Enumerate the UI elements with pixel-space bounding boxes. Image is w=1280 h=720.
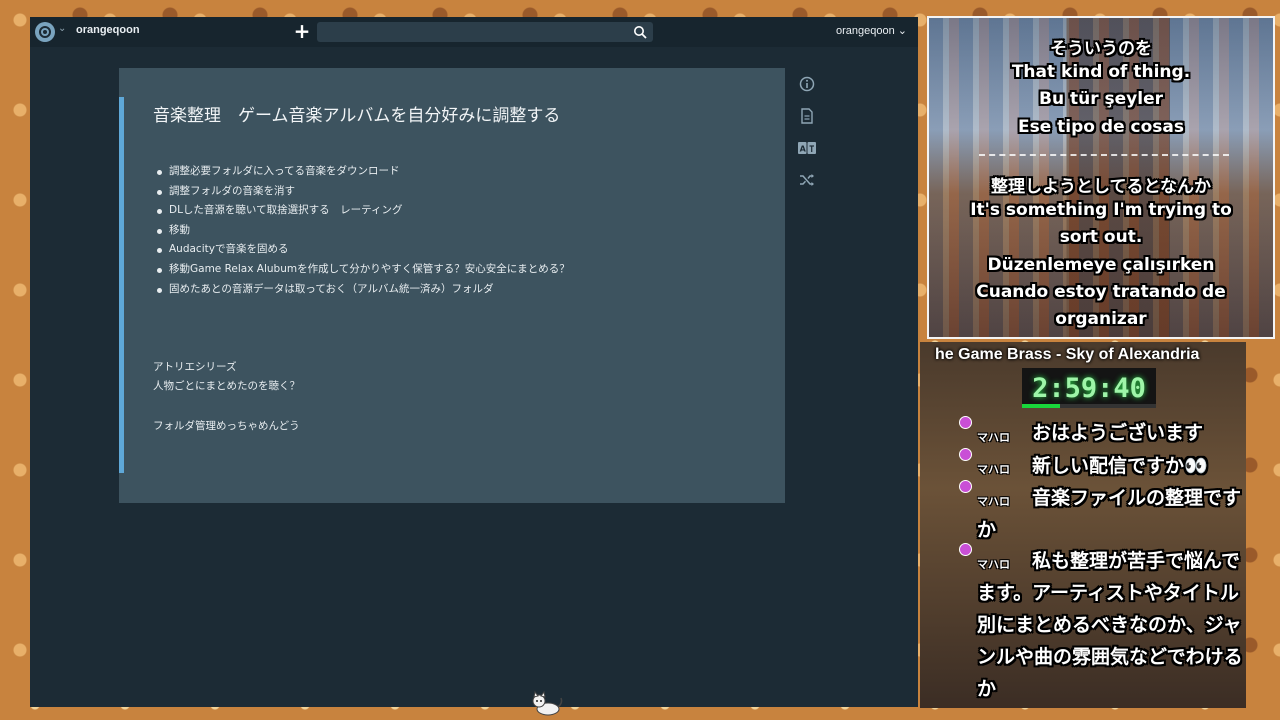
subtitle-line: Bu tür şeyler	[1039, 89, 1163, 109]
chat-username: マハロ	[977, 431, 1010, 444]
cat-sprite-icon	[532, 690, 563, 716]
list-item[interactable]: Audacityで音楽を固める	[153, 240, 570, 260]
timer-value: 2:59:40	[1032, 372, 1146, 404]
list-item[interactable]: 移動Game Relax Alubumを作成して分かりやすく保管する？安心安全に…	[153, 260, 570, 280]
now-playing-track: he Game Brass - Sky of Alexandria	[935, 346, 1200, 363]
app-logo-icon[interactable]	[35, 22, 55, 42]
chat-avatar	[959, 480, 972, 493]
note-line[interactable]: アトリエシリーズ	[153, 359, 236, 374]
chat-message: 音楽ファイルの整理ですか	[977, 487, 1242, 541]
search-input[interactable]	[317, 24, 627, 44]
chat-message: 私も整理が苦手で悩んでます。アーティストやタイトル別にまとめるべきなのか、ジャン…	[977, 550, 1243, 700]
stream-timer: 2:59:40	[1022, 368, 1156, 408]
chat-avatar	[959, 448, 972, 461]
subtitle-line: organizar	[1055, 309, 1147, 329]
task-list: 調整必要フォルダに入ってる音楽をダウンロード 調整フォルダの音楽を消す DLした…	[153, 162, 570, 299]
subtitle-line: Cuando estoy tratando de	[976, 282, 1226, 302]
shuffle-icon[interactable]	[798, 171, 816, 189]
timer-progress-bar	[1022, 404, 1156, 408]
chat-message: おはようございます	[1032, 422, 1204, 444]
subtitle-line: It's something I'm trying to	[970, 200, 1232, 220]
add-note-button[interactable]: +	[291, 21, 313, 43]
subtitle-divider	[979, 154, 1229, 156]
user-menu[interactable]: orangeqoon ⌄	[836, 24, 907, 37]
note-title[interactable]: 音楽整理 ゲーム音楽アルバムを自分好みに調整する	[153, 101, 560, 126]
workspace-name[interactable]: orangeqoon	[76, 24, 140, 36]
search-bar[interactable]	[317, 22, 653, 44]
search-icon[interactable]	[633, 25, 647, 39]
notes-app-window: ⌄ orangeqoon + orangeqoon ⌄ 音楽整理 ゲーム音楽アル…	[30, 17, 918, 707]
chat-avatar	[959, 543, 972, 556]
subtitle-line: Düzenlemeye çalışırken	[987, 255, 1215, 275]
list-item[interactable]: 固めたあとの音源データは取っておく（アルバム統一済み）フォルダ	[153, 280, 570, 300]
translate-icon[interactable]: A	[798, 139, 816, 157]
chat-username: マハロ	[977, 463, 1010, 476]
svg-text:A: A	[800, 145, 807, 154]
timer-progress-fill	[1022, 404, 1060, 408]
subtitle-line: 整理しようとしてるとなんか	[991, 177, 1211, 197]
subtitle-line: Ese tipo de cosas	[1018, 117, 1184, 137]
webcam-feed: そういうのを That kind of thing. Bu tür şeyler…	[927, 16, 1275, 339]
info-icon[interactable]	[798, 75, 816, 93]
subtitle-line: sort out.	[1059, 227, 1143, 247]
list-item[interactable]: DLした音源を聴いて取捨選択する レーティング	[153, 201, 570, 221]
chevron-down-icon[interactable]: ⌄	[58, 23, 66, 34]
note-line[interactable]: フォルダ管理めっちゃめんどう	[153, 418, 300, 433]
subtitle-line: That kind of thing.	[1011, 62, 1191, 82]
chat-avatar	[959, 416, 972, 429]
note-line[interactable]: 人物ごとにまとめたのを聴く？	[153, 378, 300, 393]
subtitle-line: そういうのを	[1050, 39, 1152, 59]
list-item[interactable]: 調整必要フォルダに入ってる音楽をダウンロード	[153, 162, 570, 182]
document-icon[interactable]	[798, 107, 816, 125]
note-accent-bar	[119, 97, 124, 473]
top-bar: ⌄ orangeqoon + orangeqoon ⌄	[30, 17, 918, 47]
list-item[interactable]: 移動	[153, 221, 570, 241]
chat-message: 新しい配信ですか👀	[1032, 455, 1208, 477]
list-item[interactable]: 調整フォルダの音楽を消す	[153, 182, 570, 202]
note-panel: 音楽整理 ゲーム音楽アルバムを自分好みに調整する 調整必要フォルダに入ってる音楽…	[119, 68, 785, 503]
